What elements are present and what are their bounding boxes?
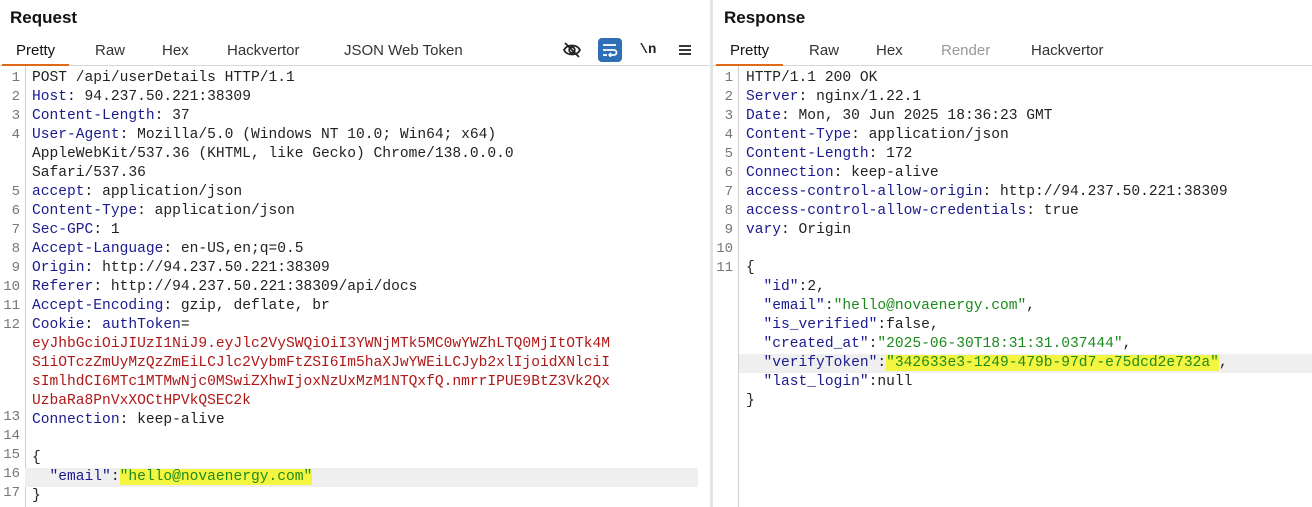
json-field-line: "created_at":"2025-06-30T18:31:31.037444… (763, 336, 1132, 352)
header-line: Content-Length: 172 (746, 146, 913, 162)
tab-hex[interactable]: Hex (162, 42, 189, 59)
tab-render[interactable]: Render (941, 42, 990, 59)
tab-raw[interactable]: Raw (95, 42, 125, 59)
json-field-line: "last_login":null (763, 374, 913, 390)
json-close-brace: } (746, 393, 755, 409)
response-title: Response (724, 8, 806, 27)
request-title: Request (10, 8, 78, 27)
request-editor[interactable]: 1 2 3 4 5 6 7 8 9 10 11 12 13 14 15 16 1… (0, 66, 710, 507)
line-number: 11 (716, 260, 733, 276)
status-line: HTTP/1.1 200 OK (746, 70, 878, 86)
header-line: Connection: keep-alive (32, 412, 225, 428)
line-number: 14 (3, 428, 20, 444)
line-number-gutter: 1 2 3 4 5 6 7 8 9 10 11 12 13 14 15 16 1… (0, 66, 26, 507)
line-number: 8 (11, 241, 20, 257)
json-open-brace: { (32, 450, 41, 466)
newline-icon[interactable]: \n (636, 38, 660, 62)
header-line: vary: Origin (746, 222, 852, 238)
header-line: Content-Type: application/json (746, 127, 1009, 143)
cookie-value-line: eyJhbGciOiJIUzI1NiJ9.eyJlc2VySWQiOiI3YWN… (32, 336, 611, 352)
line-number: 5 (11, 184, 20, 200)
tab-pretty[interactable]: Pretty (1, 42, 70, 66)
wrap-lines-icon[interactable] (598, 38, 622, 62)
header-line: Accept-Language: en-US,en;q=0.5 (32, 241, 304, 257)
line-number: 17 (3, 485, 20, 501)
line-number-gutter: 1 2 3 4 5 6 7 8 9 10 11 (713, 66, 739, 507)
request-line: POST /api/userDetails HTTP/1.1 (32, 70, 295, 86)
line-number: 7 (724, 184, 733, 200)
line-number: 6 (11, 203, 20, 219)
json-field-line: "id":2, (763, 279, 825, 295)
json-field-line: "email":"hello@novaenergy.com", (763, 298, 1036, 314)
header-line: Date: Mon, 30 Jun 2025 18:36:23 GMT (746, 108, 1053, 124)
header-wrap-line: Safari/537.36 (32, 165, 146, 181)
json-close-brace: } (32, 488, 41, 504)
line-number: 2 (11, 89, 20, 105)
header-line: Connection: keep-alive (746, 165, 939, 181)
response-tabs: Pretty Raw Hex Render Hackvertor (713, 38, 1312, 66)
header-wrap-line: AppleWebKit/537.36 (KHTML, like Gecko) C… (32, 146, 514, 162)
line-number: 9 (11, 260, 20, 276)
header-line: Host: 94.237.50.221:38309 (32, 89, 251, 105)
line-number: 6 (724, 165, 733, 181)
line-number: 13 (3, 409, 20, 425)
header-line: Referer: http://94.237.50.221:38309/api/… (32, 279, 418, 295)
line-number: 10 (716, 241, 733, 257)
line-number: 2 (724, 89, 733, 105)
tab-json-web-token[interactable]: JSON Web Token (344, 42, 463, 59)
line-number: 3 (724, 108, 733, 124)
line-number: 4 (724, 127, 733, 143)
verify-token-highlight: "342633e3-1249-479b-97d7-e75dcd2e732a" (886, 355, 1219, 371)
header-line: Accept-Encoding: gzip, deflate, br (32, 298, 330, 314)
tab-raw[interactable]: Raw (809, 42, 839, 59)
cookie-header-line: Cookie: authToken= (32, 317, 190, 333)
header-line: access-control-allow-origin: http://94.2… (746, 184, 1228, 200)
line-number: 11 (3, 298, 20, 314)
eye-slash-icon[interactable] (560, 38, 584, 62)
line-number: 12 (3, 317, 20, 333)
header-line: accept: application/json (32, 184, 243, 200)
header-line: Content-Length: 37 (32, 108, 190, 124)
line-number: 5 (724, 146, 733, 162)
email-highlight: "hello@novaenergy.com" (119, 469, 313, 485)
tab-hackvertor[interactable]: Hackvertor (1031, 42, 1104, 59)
header-line: Origin: http://94.237.50.221:38309 (32, 260, 330, 276)
request-pane: Request Pretty Raw Hex Hackvertor JSON W… (0, 0, 710, 507)
line-number: 8 (724, 203, 733, 219)
header-line: Server: nginx/1.22.1 (746, 89, 922, 105)
json-body-line: "email":"hello@novaenergy.com" (25, 468, 698, 487)
json-open-brace: { (746, 260, 755, 276)
line-number: 4 (11, 127, 20, 143)
response-pane: Response Pretty Raw Hex Render Hackverto… (713, 0, 1312, 507)
line-number: 3 (11, 108, 20, 124)
line-number: 9 (724, 222, 733, 238)
menu-icon[interactable] (673, 38, 697, 62)
cookie-name: authToken (102, 317, 181, 333)
line-number: 1 (724, 70, 733, 86)
json-field-line: "is_verified":false, (763, 317, 939, 333)
tab-hackvertor[interactable]: Hackvertor (227, 42, 300, 59)
header-line: Sec-GPC: 1 (32, 222, 120, 238)
tab-hex[interactable]: Hex (876, 42, 903, 59)
request-tabs: Pretty Raw Hex Hackvertor JSON Web Token… (0, 38, 710, 66)
cookie-value-line: UzbaRa8PnVxXOCtHPVkQSEC2k (32, 393, 251, 409)
response-editor[interactable]: 1 2 3 4 5 6 7 8 9 10 11 HTTP/1.1 200 OK … (713, 66, 1312, 507)
line-number: 16 (3, 466, 20, 482)
header-line: Content-Type: application/json (32, 203, 295, 219)
json-field-line: "verifyToken":"342633e3-1249-479b-97d7-e… (739, 354, 1312, 373)
line-number: 15 (3, 447, 20, 463)
cookie-value-line: sImlhdCI6MTc1MTMwNjc0MSwiZXhwIjoxNzUxMzM… (32, 374, 611, 390)
header-line: User-Agent: Mozilla/5.0 (Windows NT 10.0… (32, 127, 497, 143)
line-number: 1 (11, 70, 20, 86)
tab-pretty[interactable]: Pretty (715, 42, 784, 66)
header-line: access-control-allow-credentials: true (746, 203, 1079, 219)
cookie-value-line: S1iOTczZmUyMzQzZmEiLCJlc2VybmFtZSI6Im5ha… (32, 355, 611, 371)
line-number: 7 (11, 222, 20, 238)
line-number: 10 (3, 279, 20, 295)
